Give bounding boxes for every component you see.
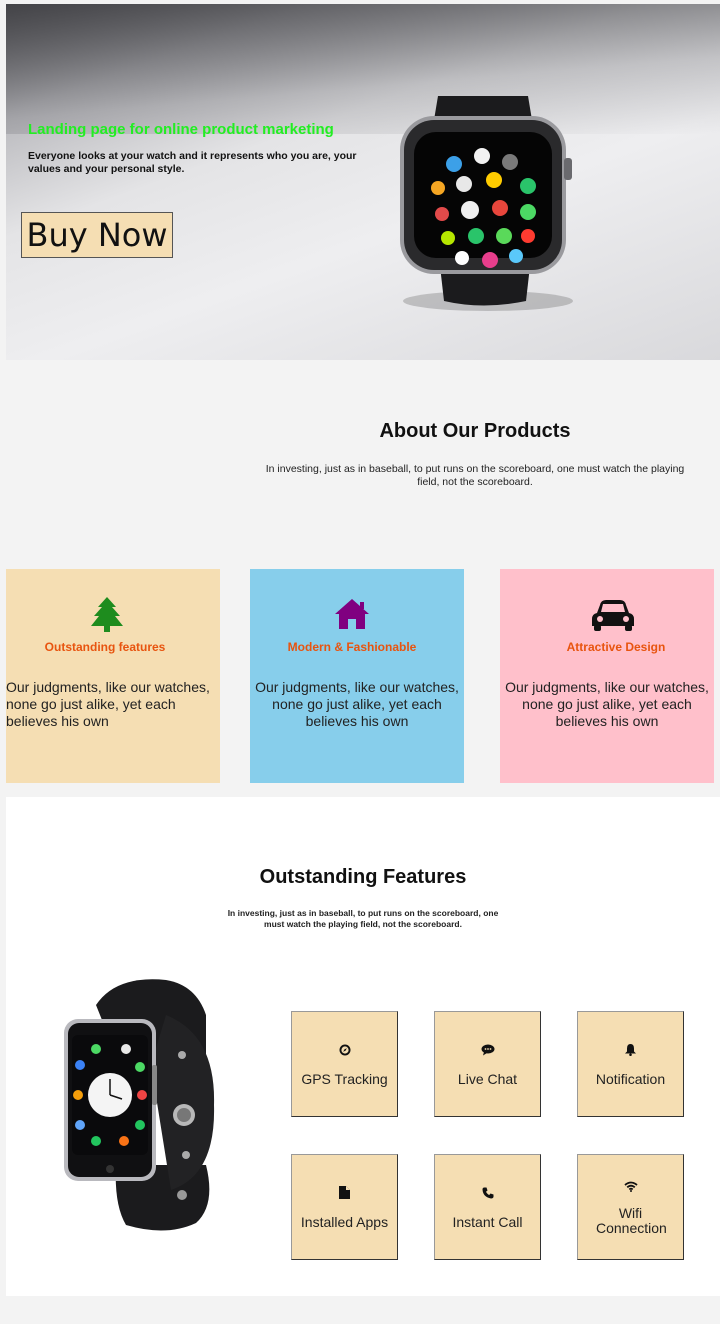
feature-notification[interactable]: Notification xyxy=(577,1011,684,1117)
feature-installed-apps[interactable]: Installed Apps xyxy=(291,1154,398,1260)
feature-card-modern: Modern & Fashionable Our judgments, like… xyxy=(250,569,464,783)
compass-icon xyxy=(292,1043,397,1061)
about-description: In investing, just as in baseball, to pu… xyxy=(265,463,685,488)
card-title: Modern & Fashionable xyxy=(287,640,417,654)
card-title: Attractive Design xyxy=(566,640,666,654)
features-section: Outstanding Features In investing, just … xyxy=(6,797,720,1296)
chat-icon xyxy=(435,1043,540,1061)
feature-wifi-connection[interactable]: Wifi Connection xyxy=(577,1154,684,1260)
phone-icon xyxy=(435,1186,540,1204)
hero-shadow xyxy=(6,4,720,134)
wifi-icon xyxy=(578,1179,683,1197)
about-title: About Our Products xyxy=(379,420,571,442)
card-text: Our judgments, like our watches, none go… xyxy=(255,679,459,729)
feature-label: Live Chat xyxy=(457,1071,518,1087)
feature-label: Wifi Connection xyxy=(596,1205,667,1236)
features-description: In investing, just as in baseball, to pu… xyxy=(227,908,499,929)
feature-gps-tracking[interactable]: GPS Tracking xyxy=(291,1011,398,1117)
card-text: Our judgments, like our watches, none go… xyxy=(505,679,709,729)
bell-icon xyxy=(578,1043,683,1061)
feature-card-attractive: Attractive Design Our judgments, like ou… xyxy=(500,569,714,783)
feature-live-chat[interactable]: Live Chat xyxy=(434,1011,541,1117)
hero-description: Everyone looks at your watch and it repr… xyxy=(28,150,357,175)
smartwatch-image xyxy=(64,979,215,1231)
card-title: Outstanding features xyxy=(44,640,166,654)
features-title: Outstanding Features xyxy=(259,866,467,888)
feature-label: GPS Tracking xyxy=(301,1071,388,1087)
hero-banner: Landing page for online product marketin… xyxy=(6,4,720,360)
feature-card-outstanding: Outstanding features Our judgments, like… xyxy=(6,569,220,783)
hero-title: Landing page for online product marketin… xyxy=(28,121,334,138)
smartwatch-image xyxy=(400,96,573,311)
home-icon xyxy=(250,595,464,635)
card-text: Our judgments, like our watches, none go… xyxy=(6,679,210,729)
file-icon xyxy=(292,1186,397,1204)
car-icon xyxy=(500,595,714,635)
feature-label: Instant Call xyxy=(452,1214,523,1230)
feature-label: Notification xyxy=(595,1071,666,1087)
feature-label: Installed Apps xyxy=(300,1214,389,1230)
buy-now-button[interactable]: Buy Now xyxy=(21,212,173,258)
tree-icon xyxy=(6,595,220,635)
feature-instant-call[interactable]: Instant Call xyxy=(434,1154,541,1260)
